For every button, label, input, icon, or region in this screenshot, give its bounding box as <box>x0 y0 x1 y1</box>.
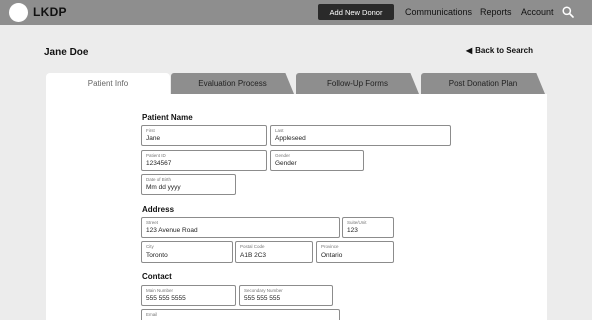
back-to-search-link[interactable]: ◀ Back to Search <box>466 46 533 55</box>
top-bar: LKDP Add New Donor Communications Report… <box>0 0 592 25</box>
tab-post-donation-plan[interactable]: Post Donation Plan <box>421 73 545 94</box>
secondary-number-value: 555 555 555 <box>244 295 281 302</box>
nav-communications[interactable]: Communications <box>405 7 472 17</box>
last-name-field[interactable]: Last Appleseed <box>270 125 451 146</box>
province-field[interactable]: Province Ontario <box>316 241 394 263</box>
main-number-field[interactable]: Main Number 555 555 5555 <box>141 285 236 306</box>
city-value: Toronto <box>146 252 168 259</box>
first-name-label: First <box>146 128 155 133</box>
gender-label: Gender <box>275 153 291 158</box>
page-title: Jane Doe <box>44 47 89 58</box>
province-label: Province <box>321 244 339 249</box>
last-name-label: Last <box>275 128 284 133</box>
postal-code-label: Postal Code <box>240 244 265 249</box>
city-label: City <box>146 244 154 249</box>
email-label: Email <box>146 312 158 317</box>
date-of-birth-value: Mm dd yyyy <box>146 184 181 191</box>
section-title-patient-name: Patient Name <box>142 113 193 122</box>
date-of-birth-field[interactable]: Date of Birth Mm dd yyyy <box>141 174 236 195</box>
city-field[interactable]: City Toronto <box>141 241 233 263</box>
nav-account[interactable]: Account <box>521 7 554 17</box>
last-name-value: Appleseed <box>275 135 306 142</box>
tab-patient-info[interactable]: Patient Info <box>46 73 170 94</box>
add-new-donor-button[interactable]: Add New Donor <box>318 4 394 20</box>
secondary-number-label: Secondary Number <box>244 288 283 293</box>
logo-icon <box>9 3 28 22</box>
section-title-address: Address <box>142 205 175 214</box>
chevron-left-icon: ◀ <box>466 46 473 55</box>
tab-follow-up-forms[interactable]: Follow-Up Forms <box>296 73 419 94</box>
main-number-label: Main Number <box>146 288 174 293</box>
street-field[interactable]: Street 123 Avenue Road <box>141 217 340 238</box>
suite-unit-field[interactable]: Suite/Unit 123 <box>342 217 394 238</box>
postal-code-field[interactable]: Postal Code A1B 2C3 <box>235 241 313 263</box>
patient-info-panel: Patient Name First Jane Last Appleseed P… <box>46 94 547 320</box>
postal-code-value: A1B 2C3 <box>240 252 267 259</box>
first-name-value: Jane <box>146 135 161 142</box>
patient-id-field[interactable]: Patient ID 1234567 <box>141 150 267 171</box>
suite-unit-value: 123 <box>347 227 358 234</box>
patient-id-label: Patient ID <box>146 153 166 158</box>
first-name-field[interactable]: First Jane <box>141 125 267 146</box>
street-label: Street <box>146 220 159 225</box>
tab-evaluation-process[interactable]: Evaluation Process <box>171 73 294 94</box>
nav-reports[interactable]: Reports <box>480 7 512 17</box>
date-of-birth-label: Date of Birth <box>146 177 172 182</box>
email-field[interactable]: Email <box>141 309 340 320</box>
gender-select[interactable]: Gender Gender <box>270 150 364 171</box>
patient-id-value: 1234567 <box>146 160 172 167</box>
suite-unit-label: Suite/Unit <box>347 220 367 225</box>
province-value: Ontario <box>321 252 343 259</box>
street-value: 123 Avenue Road <box>146 227 198 234</box>
main-number-value: 555 555 5555 <box>146 295 186 302</box>
search-icon[interactable] <box>562 6 574 18</box>
section-title-contact: Contact <box>142 272 172 281</box>
back-to-search-label: Back to Search <box>475 46 533 55</box>
secondary-number-field[interactable]: Secondary Number 555 555 555 <box>239 285 333 306</box>
gender-value: Gender <box>275 160 297 167</box>
app-logo-text: LKDP <box>33 5 67 19</box>
